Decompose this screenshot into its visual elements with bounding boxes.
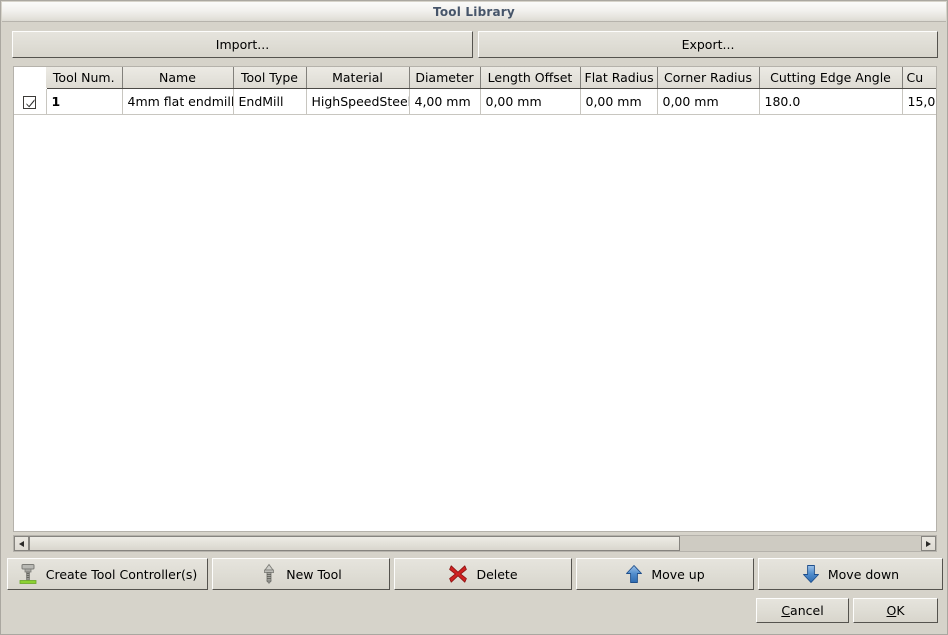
column-header-cutting-edge-height[interactable]: Cu bbox=[902, 67, 936, 89]
cancel-label-rest: ancel bbox=[790, 603, 824, 618]
cell-material: HighSpeedSteel bbox=[306, 88, 410, 115]
export-button[interactable]: Export... bbox=[478, 31, 938, 58]
cancel-accel-char: C bbox=[781, 603, 791, 618]
cancel-button[interactable]: Cancel bbox=[756, 598, 849, 623]
import-button[interactable]: Import... bbox=[12, 31, 473, 58]
column-header-tool-type[interactable]: Tool Type bbox=[233, 67, 307, 89]
ok-button[interactable]: OK bbox=[853, 598, 938, 623]
column-header-corner-radius[interactable]: Corner Radius bbox=[657, 67, 760, 89]
table-header-corner bbox=[14, 67, 46, 89]
check-icon bbox=[26, 99, 35, 108]
move-down-label: Move down bbox=[827, 566, 900, 582]
move-up-label: Move up bbox=[651, 566, 705, 582]
new-tool-button[interactable]: New Tool bbox=[212, 558, 390, 590]
tool-library-dialog: Tool Library Import... Export... Tool Nu… bbox=[0, 0, 948, 635]
scroll-right-button[interactable] bbox=[921, 536, 936, 551]
arrow-up-icon bbox=[625, 564, 643, 584]
cell-diameter: 4,00 mm bbox=[409, 88, 481, 115]
cancel-label: Cancel bbox=[781, 603, 823, 618]
scroll-left-button[interactable] bbox=[14, 536, 29, 551]
delete-label: Delete bbox=[476, 566, 518, 582]
column-header-flat-radius[interactable]: Flat Radius bbox=[580, 67, 658, 89]
cell-cutting-edge-angle: 180.0 bbox=[759, 88, 903, 115]
row-select-cell[interactable] bbox=[14, 88, 47, 115]
cell-corner-radius: 0,00 mm bbox=[657, 88, 760, 115]
table-row[interactable]: 1 4mm flat endmill EndMill HighSpeedStee… bbox=[14, 88, 936, 115]
column-header-name[interactable]: Name bbox=[122, 67, 234, 89]
ok-accel-char: O bbox=[886, 603, 897, 618]
import-button-label: Import... bbox=[215, 37, 270, 52]
create-tool-controllers-button[interactable]: Create Tool Controller(s) bbox=[7, 558, 208, 590]
column-header-diameter[interactable]: Diameter bbox=[409, 67, 481, 89]
row-checkbox[interactable] bbox=[23, 96, 37, 109]
action-button-bar: Create Tool Controller(s) New Tool Delet… bbox=[7, 558, 943, 590]
cell-cutting-edge-height: 15,0 bbox=[902, 88, 936, 115]
column-header-tool-num[interactable]: Tool Num. bbox=[46, 67, 123, 89]
ok-label-rest: K bbox=[896, 603, 905, 618]
tool-list[interactable]: Tool Num. Name Tool Type Material Diamet… bbox=[13, 66, 937, 532]
export-button-label: Export... bbox=[681, 37, 735, 52]
ok-label: OK bbox=[886, 603, 904, 618]
horizontal-scrollbar[interactable] bbox=[13, 535, 937, 552]
column-header-material[interactable]: Material bbox=[306, 67, 410, 89]
move-up-button[interactable]: Move up bbox=[576, 558, 754, 590]
left-arrow-icon bbox=[19, 540, 24, 547]
move-down-button[interactable]: Move down bbox=[758, 558, 943, 590]
tool-table: Tool Num. Name Tool Type Material Diamet… bbox=[14, 67, 936, 115]
cell-flat-radius: 0,00 mm bbox=[580, 88, 658, 115]
title-bar: Tool Library bbox=[2, 2, 946, 22]
scrollbar-thumb[interactable] bbox=[29, 536, 681, 551]
scrollbar-track[interactable] bbox=[29, 536, 921, 551]
cell-name: 4mm flat endmill bbox=[122, 88, 234, 115]
arrow-down-icon bbox=[802, 564, 820, 584]
column-header-cutting-edge-angle[interactable]: Cutting Edge Angle bbox=[759, 67, 903, 89]
right-arrow-icon bbox=[926, 540, 931, 547]
new-tool-icon bbox=[260, 563, 278, 585]
tool-controller-icon bbox=[18, 563, 38, 585]
cell-tool-num: 1 bbox=[46, 88, 123, 115]
table-header-row: Tool Num. Name Tool Type Material Diamet… bbox=[14, 67, 936, 89]
create-tool-controllers-label: Create Tool Controller(s) bbox=[45, 566, 198, 582]
cell-length-offset: 0,00 mm bbox=[480, 88, 581, 115]
delete-x-icon bbox=[448, 564, 468, 584]
window-title: Tool Library bbox=[433, 4, 515, 19]
new-tool-label: New Tool bbox=[286, 566, 342, 582]
delete-button[interactable]: Delete bbox=[394, 558, 572, 590]
column-header-length-offset[interactable]: Length Offset bbox=[480, 67, 581, 89]
cell-tool-type: EndMill bbox=[233, 88, 307, 115]
